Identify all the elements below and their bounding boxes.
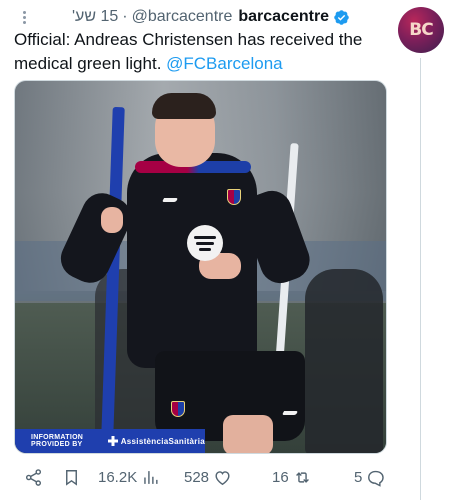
- views-button[interactable]: 16.2K: [98, 468, 160, 487]
- player-hair: [152, 93, 216, 119]
- like-icon: [215, 470, 230, 485]
- separator-dot: ·: [122, 8, 128, 25]
- avatar[interactable]: BC: [398, 7, 444, 53]
- timeline-divider: [420, 58, 421, 500]
- player-hand: [101, 207, 123, 233]
- player-leg: [223, 415, 273, 453]
- like-count: 528: [184, 468, 210, 486]
- repost-count: 16: [272, 468, 289, 486]
- brand-cross-icon: [107, 436, 118, 446]
- bookmark-button[interactable]: [62, 468, 81, 487]
- photo-background-person: [305, 269, 383, 453]
- tweet-text: Official: Andreas Christensen has receiv…: [14, 28, 394, 76]
- tweet-timestamp[interactable]: 15 שע': [72, 8, 118, 26]
- sponsor-logo-icon: [187, 225, 223, 261]
- reply-button[interactable]: 5: [354, 468, 385, 487]
- verified-icon: [334, 9, 349, 25]
- display-name[interactable]: barcacentre: [238, 8, 329, 26]
- tweet-header: 15 שע' · @barcacentre barcacentre: [16, 6, 386, 28]
- repost-button[interactable]: 16: [272, 468, 312, 487]
- share-icon: [25, 468, 42, 486]
- views-icon: [144, 470, 158, 484]
- tweet-photo[interactable]: INFORMATION PROVIDED BY AssistènciaSanit…: [14, 80, 387, 454]
- action-bar: 16.2K 528 16 5: [14, 464, 394, 490]
- info-label: INFORMATION PROVIDED BY: [31, 434, 84, 448]
- share-button[interactable]: [24, 468, 43, 487]
- club-crest-icon: [227, 189, 241, 205]
- like-button[interactable]: 528: [184, 468, 232, 487]
- views-count: 16.2K: [98, 468, 138, 486]
- more-icon[interactable]: [16, 9, 32, 25]
- repost-icon: [295, 471, 309, 483]
- info-brand: AssistènciaSanitària: [107, 436, 205, 446]
- club-crest-icon: [171, 401, 185, 417]
- reply-icon: [368, 470, 385, 487]
- avatar-initials: BC: [409, 20, 433, 40]
- user-handle[interactable]: @barcacentre: [132, 8, 233, 26]
- mention-link[interactable]: @FCBarcelona: [166, 54, 282, 73]
- reply-count: 5: [354, 468, 363, 486]
- info-credit-bar: INFORMATION PROVIDED BY AssistènciaSanit…: [15, 429, 205, 453]
- info-brand-name: AssistènciaSanitària: [120, 436, 205, 446]
- bookmark-icon: [66, 469, 77, 486]
